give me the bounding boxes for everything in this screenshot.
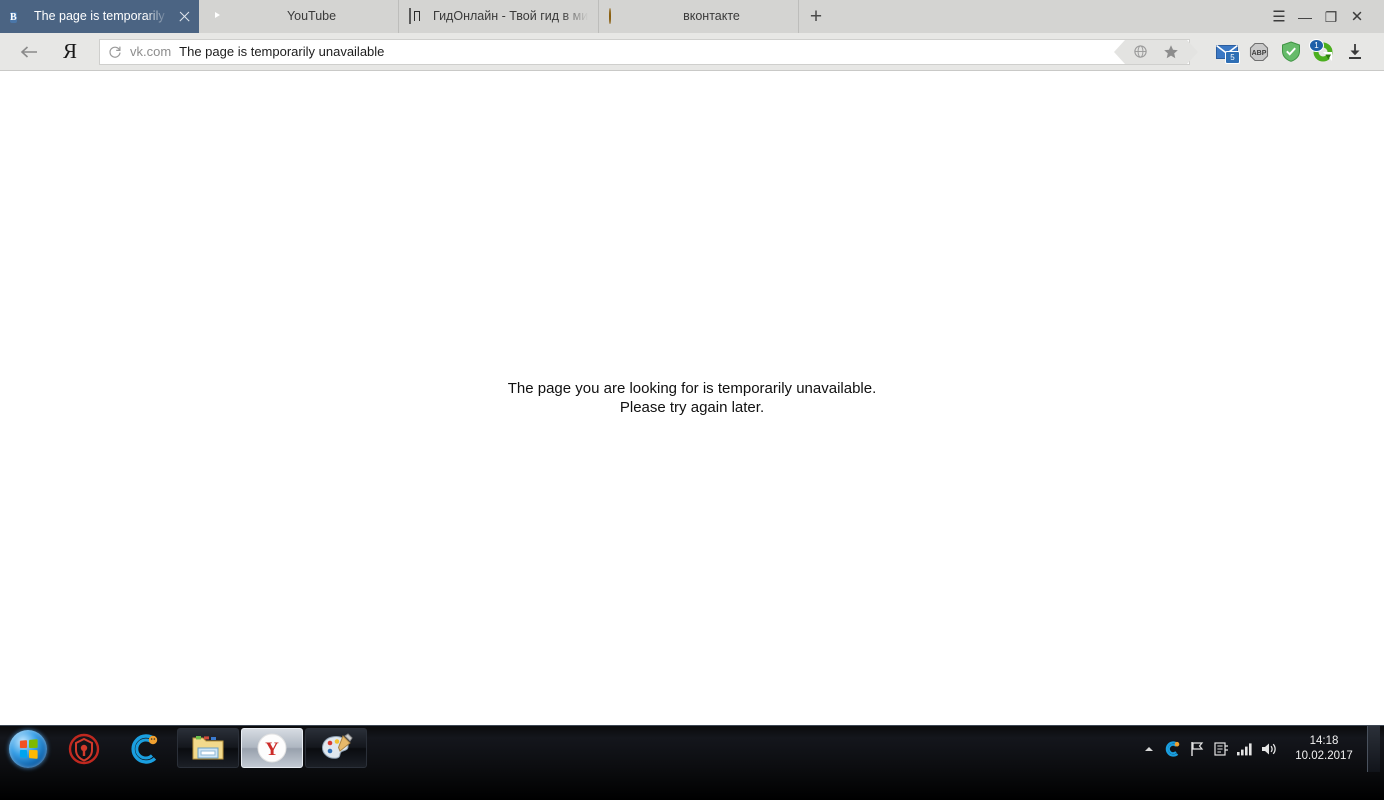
new-tab-button[interactable]: + [799, 0, 833, 33]
address-bar[interactable]: vk.com The page is temporarily unavailab… [99, 38, 1198, 65]
omnibox-actions [1114, 39, 1198, 64]
mail-extension-button[interactable]: 5 [1212, 39, 1242, 65]
globe-icon [1133, 45, 1147, 58]
bookmark-button[interactable] [1155, 39, 1198, 64]
minimize-button[interactable]: — [1292, 0, 1318, 33]
minimize-icon: — [1298, 8, 1312, 25]
tab-title: вконтакте [683, 9, 740, 23]
gidonline-icon [409, 7, 425, 25]
turbo-mode-button[interactable] [1114, 39, 1155, 64]
extension-toolbar: 5 ABP 1 [1212, 38, 1384, 65]
downloads-button[interactable] [1340, 39, 1370, 65]
taskbar-clock[interactable]: 14:18 10.02.2017 [1287, 734, 1361, 764]
adblock-plus-icon: ABP [1249, 42, 1269, 61]
yandex-logo-icon: Я [62, 39, 77, 63]
page-error-message: The page you are looking for is temporar… [0, 380, 1384, 417]
taskbar-button-paint[interactable] [305, 728, 367, 768]
security-shield-icon [68, 733, 100, 765]
reload-button[interactable] [100, 40, 130, 64]
windows-taskbar: Y 14:18 10.02.2017 [0, 725, 1384, 800]
chevron-up-icon [1145, 747, 1153, 751]
protect-badge: 1 [1309, 38, 1324, 52]
taskbar-button-explorer[interactable] [177, 728, 239, 768]
ccleaner-logo-icon [131, 734, 158, 764]
system-tray: 14:18 10.02.2017 [1137, 726, 1384, 772]
signal-bars-icon [1237, 743, 1252, 756]
security-app-icon[interactable] [53, 726, 115, 772]
tab-title: ГидОнлайн - Твой гид в ми [433, 9, 589, 23]
tab-strip-empty-area[interactable] [833, 0, 1266, 33]
device-icon [1214, 742, 1228, 756]
tab-strip: B The page is temporarily u YouTube ГидО… [0, 0, 1384, 33]
browser-tab-4[interactable]: вконтакте [599, 0, 799, 33]
taskbar-button-yandex-browser[interactable]: Y [241, 728, 303, 768]
clock-time: 14:18 [1309, 735, 1339, 747]
vk-icon: B [10, 11, 17, 23]
window-controls: ☰ — ❐ ✕ [1266, 0, 1384, 33]
browser-menu-button[interactable]: ☰ [1266, 0, 1292, 33]
ccleaner-tray-icon[interactable] [1161, 729, 1185, 769]
tab-close-icon[interactable] [177, 10, 191, 24]
volume-icon[interactable] [1257, 729, 1281, 769]
windows-logo-icon [9, 730, 47, 768]
yandex-protect-button[interactable]: 1 [1308, 38, 1338, 65]
shield-icon [1282, 41, 1300, 62]
ccleaner-small-icon [1165, 741, 1180, 757]
action-center-flag-icon[interactable] [1185, 729, 1209, 769]
youtube-icon [209, 9, 225, 25]
show-hidden-icons-button[interactable] [1137, 729, 1161, 769]
browser-tab-2[interactable]: YouTube [199, 0, 399, 33]
browser-tab-3[interactable]: ГидОнлайн - Твой гид в ми [399, 0, 599, 33]
shield-extension-button[interactable] [1276, 39, 1306, 65]
tab-title: YouTube [286, 9, 337, 23]
device-tray-icon[interactable] [1209, 729, 1233, 769]
flag-icon [1191, 742, 1204, 756]
yandex-browser-icon: Y [257, 733, 287, 763]
page-viewport: The page you are looking for is temporar… [0, 72, 1384, 725]
back-arrow-icon [20, 45, 37, 58]
clock-date: 10.02.2017 [1295, 750, 1353, 762]
adblock-label: ABP [1252, 50, 1267, 57]
ccleaner-icon[interactable] [115, 726, 177, 772]
browser-toolbar: Я vk.com The page is temporarily unavail… [0, 33, 1384, 71]
tab-title: The page is temporarily u [34, 9, 173, 23]
omnibox-title-text: The page is temporarily unavailable [179, 44, 385, 59]
hamburger-menu-icon: ☰ [1272, 8, 1286, 25]
close-icon: ✕ [1350, 8, 1364, 25]
browser-window: B The page is temporarily u YouTube ГидО… [0, 0, 1384, 725]
paint-palette-icon [321, 733, 353, 759]
vkontakte-icon [609, 7, 625, 25]
network-signal-icon[interactable] [1233, 729, 1257, 769]
error-line-1: The page you are looking for is temporar… [507, 380, 877, 397]
show-desktop-button[interactable] [1367, 726, 1380, 772]
browser-tab-1[interactable]: B The page is temporarily u [0, 0, 199, 33]
yandex-logo-button[interactable]: Я [50, 33, 90, 71]
restore-button[interactable]: ❐ [1318, 0, 1344, 33]
reload-icon [109, 46, 121, 58]
start-button[interactable] [3, 726, 53, 772]
error-line-2: Please try again later. [619, 398, 765, 416]
restore-icon: ❐ [1324, 8, 1338, 25]
mail-badge: 5 [1225, 50, 1240, 64]
download-icon [1349, 43, 1361, 59]
back-button[interactable] [8, 33, 50, 71]
omnibox-host-text: vk.com [130, 44, 172, 59]
close-window-button[interactable]: ✕ [1344, 0, 1370, 33]
speaker-icon [1262, 743, 1276, 755]
adblock-plus-button[interactable]: ABP [1244, 39, 1274, 65]
star-icon [1164, 44, 1178, 58]
folder-icon [192, 736, 224, 760]
svg-text:Y: Y [265, 739, 279, 760]
